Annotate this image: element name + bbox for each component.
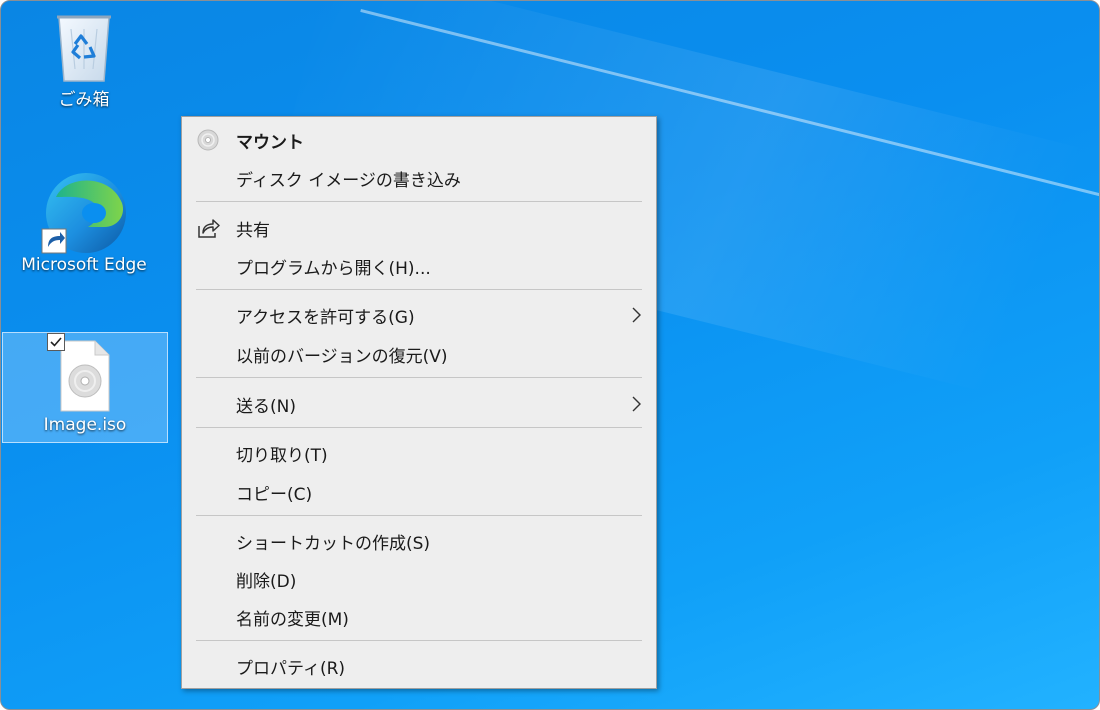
share-icon [198, 219, 220, 238]
menu-item-rename[interactable]: 名前の変更(M) [182, 599, 656, 635]
menu-item-label: マウント [236, 132, 304, 153]
recycle-bin-icon [57, 15, 111, 82]
menu-item-label: ディスク イメージの書き込み [236, 170, 461, 191]
menu-separator [196, 515, 642, 516]
desktop-icon-image-iso[interactable]: Image.iso [2, 332, 168, 443]
checkmark-icon [50, 337, 62, 347]
chevron-right-icon [632, 396, 641, 412]
menu-item-delete[interactable]: 削除(D) [182, 561, 656, 597]
context-menu: マウント ディスク イメージの書き込み 共有 プログラムから開く(H)... ア… [181, 116, 657, 689]
menu-item-copy[interactable]: コピー(C) [182, 474, 656, 510]
menu-item-label: 共有 [236, 220, 270, 241]
menu-item-label: 以前のバージョンの復元(V) [236, 346, 448, 367]
menu-item-label: 名前の変更(M) [236, 609, 349, 630]
menu-item-restore-previous-versions[interactable]: 以前のバージョンの復元(V) [182, 336, 656, 372]
desktop-icon-label: Microsoft Edge [21, 255, 147, 275]
chevron-right-icon [632, 307, 641, 323]
menu-item-create-shortcut[interactable]: ショートカットの作成(S) [182, 523, 656, 559]
desktop-icon-microsoft-edge[interactable]: Microsoft Edge [1, 169, 167, 284]
menu-item-label: プログラムから開く(H)... [236, 258, 431, 279]
disc-icon [197, 129, 219, 151]
menu-item-label: 送る(N) [236, 396, 296, 417]
menu-item-label: プロパティ(R) [236, 658, 346, 679]
menu-item-send-to[interactable]: 送る(N) [182, 386, 656, 422]
desktop-icon-label: Image.iso [43, 415, 127, 435]
menu-item-label: ショートカットの作成(S) [236, 533, 431, 554]
menu-separator [196, 427, 642, 428]
menu-item-mount[interactable]: マウント [182, 122, 656, 158]
menu-item-share[interactable]: 共有 [182, 210, 656, 246]
menu-separator [196, 289, 642, 290]
selection-checkbox[interactable] [47, 333, 65, 351]
desktop-icon-label: ごみ箱 [58, 90, 110, 110]
menu-separator [196, 640, 642, 641]
menu-item-cut[interactable]: 切り取り(T) [182, 435, 656, 471]
menu-item-properties[interactable]: プロパティ(R) [182, 648, 656, 684]
menu-item-label: アクセスを許可する(G) [236, 307, 415, 328]
menu-item-label: コピー(C) [236, 484, 313, 505]
desktop-icon-recycle-bin[interactable]: ごみ箱 [1, 7, 167, 117]
menu-item-label: 切り取り(T) [236, 445, 328, 466]
menu-item-give-access[interactable]: アクセスを許可する(G) [182, 297, 656, 333]
menu-separator [196, 201, 642, 202]
menu-separator [196, 377, 642, 378]
edge-icon [41, 173, 126, 254]
desktop: ごみ箱 Microsoft Edge Image.iso マウント ディスク イ… [0, 0, 1100, 710]
menu-item-burn-disc-image[interactable]: ディスク イメージの書き込み [182, 160, 656, 196]
menu-item-open-with[interactable]: プログラムから開く(H)... [182, 248, 656, 284]
menu-item-label: 削除(D) [236, 571, 297, 592]
